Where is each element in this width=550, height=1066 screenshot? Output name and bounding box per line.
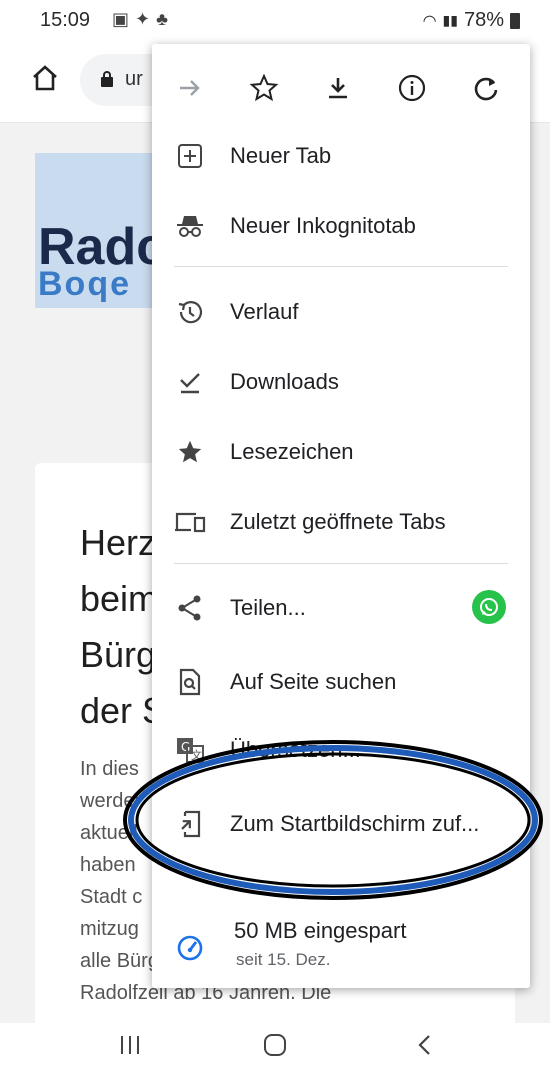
bookmark-star-icon[interactable] [244,68,284,108]
logo-subtext: Boqe [38,265,131,303]
menu-item-label: Teilen... [230,595,306,620]
forward-icon[interactable] [170,68,210,108]
activity-icon: ♣ [156,9,174,29]
recent-apps-icon[interactable] [110,1029,150,1061]
download-icon[interactable] [318,68,358,108]
menu-item-label: Lesezeichen [230,439,354,464]
info-icon[interactable] [392,68,432,108]
menu-item-label: Verlauf [230,299,299,324]
home-button-icon[interactable] [255,1029,295,1061]
twitter-icon: ✦ [135,9,157,29]
history-icon [174,296,206,328]
savings-label: 50 MB eingespart [234,918,407,943]
menu-item-data-savings[interactable]: 50 MB eingespart seit 15. Dez. [152,910,530,980]
savings-subtitle: seit 15. Dez. [236,950,331,969]
annotation-ellipse [123,740,543,900]
recent-tabs-icon [174,506,206,538]
downloads-icon [174,366,206,398]
status-bar: 15:09 ▣✦♣ ◠ ▮▮ 78% [0,0,550,40]
find-in-page-icon [174,666,206,698]
menu-item-find-in-page[interactable]: Auf Seite suchen [152,648,530,714]
system-navigation-bar [0,1023,550,1066]
menu-item-label: Neuer Inkognitotab [230,213,416,238]
menu-item-label: Zuletzt geöffnete Tabs [230,509,446,534]
menu-item-history[interactable]: Verlauf [152,278,530,344]
incognito-icon [174,210,206,242]
battery-percent: 78% [463,9,504,31]
back-icon[interactable] [405,1029,445,1061]
menu-divider [174,266,508,267]
new-tab-icon [174,140,206,172]
menu-item-label: Auf Seite suchen [230,669,397,694]
wifi-icon: ◠ [422,12,437,30]
menu-item-label: Downloads [230,369,339,394]
status-right: ◠ ▮▮ 78% [423,9,520,32]
menu-item-label: Neuer Tab [230,143,332,168]
menu-item-new-incognito-tab[interactable]: Neuer Inkognitotab [152,192,530,258]
menu-item-share[interactable]: Teilen... [152,574,530,640]
menu-action-row [152,44,530,134]
share-icon [174,592,206,624]
gallery-icon: ▣ [112,9,136,29]
menu-item-bookmarks[interactable]: Lesezeichen [152,418,530,484]
whatsapp-icon[interactable] [472,590,506,624]
battery-icon [510,12,520,29]
menu-item-downloads[interactable]: Downloads [152,348,530,414]
reload-icon[interactable] [466,68,506,108]
notification-icons: ▣✦♣ [112,9,174,30]
menu-item-new-tab[interactable]: Neuer Tab [152,122,530,188]
signal-icon: ▮▮ [442,12,458,28]
home-icon[interactable] [30,63,60,93]
speedometer-icon [174,932,206,964]
url-text: ur [125,68,143,90]
lock-icon [101,71,113,87]
bookmarks-star-icon [174,436,206,468]
menu-item-recent-tabs[interactable]: Zuletzt geöffnete Tabs [152,488,530,554]
menu-divider [174,563,508,564]
status-time: 15:09 [40,9,91,31]
